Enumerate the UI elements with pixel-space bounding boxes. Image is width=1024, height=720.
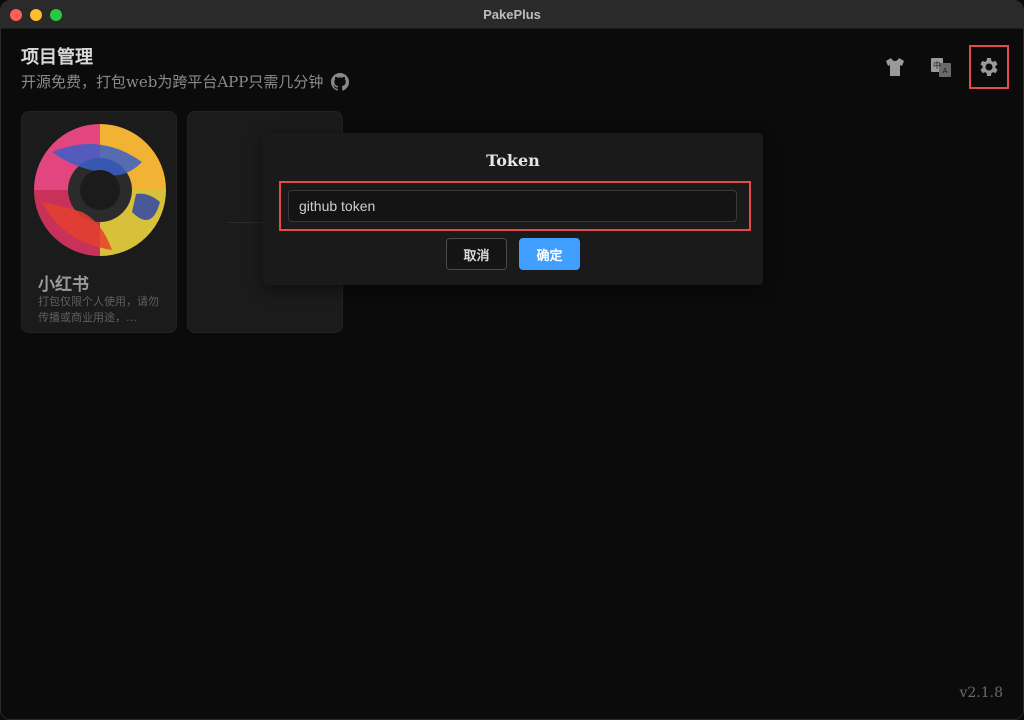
- gear-icon: [980, 58, 998, 76]
- project-logo: [34, 124, 166, 256]
- svg-text:A: A: [943, 67, 948, 75]
- page-title: 项目管理: [21, 47, 93, 68]
- title-bar: PakePlus: [1, 1, 1023, 29]
- project-name: 小红书: [38, 275, 89, 295]
- confirm-button[interactable]: 确定: [519, 238, 580, 270]
- project-description: 打包仅限个人使用，请勿传播或商业用途，…: [38, 295, 159, 324]
- tshirt-icon[interactable]: [877, 47, 913, 87]
- subtitle-text: 开源免费，打包web为跨平台APP只需几分钟: [21, 73, 324, 91]
- app-window: PakePlus 项目管理 开源免费，打包web为跨平台APP只需几分钟 中A: [0, 0, 1024, 720]
- settings-button[interactable]: [969, 45, 1009, 89]
- window-title: PakePlus: [483, 7, 541, 22]
- github-icon[interactable]: [331, 72, 350, 91]
- svg-text:中: 中: [933, 60, 941, 70]
- page-subtitle: 开源免费，打包web为跨平台APP只需几分钟: [21, 71, 350, 92]
- project-card[interactable]: 小红书 打包仅限个人使用，请勿传播或商业用途，…: [21, 111, 177, 333]
- cancel-button[interactable]: 取消: [446, 238, 507, 270]
- version-label: v2.1.8: [959, 685, 1003, 701]
- dialog-title: Token: [486, 151, 540, 170]
- toolbar: 中A: [877, 45, 1009, 89]
- token-input[interactable]: [288, 190, 737, 222]
- token-dialog: Token 取消 确定: [263, 133, 763, 285]
- translate-icon[interactable]: 中A: [923, 47, 959, 87]
